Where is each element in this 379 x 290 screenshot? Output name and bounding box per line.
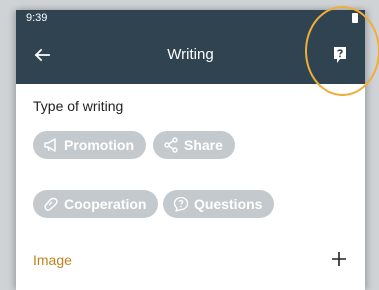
image-label: Image: [33, 252, 72, 268]
share-icon: [163, 137, 179, 153]
status-bar: 9:39: [16, 10, 365, 27]
battery-icon: [352, 13, 358, 23]
chip-label: Promotion: [64, 137, 134, 153]
chip-questions[interactable]: Questions: [163, 190, 275, 218]
type-of-writing-label: Type of writing: [33, 98, 124, 114]
help-button[interactable]: [326, 41, 354, 69]
chip-label: Cooperation: [64, 196, 147, 212]
app-bar: Writing: [16, 27, 365, 84]
chip-cooperation[interactable]: Cooperation: [33, 190, 159, 218]
chip-share[interactable]: Share: [153, 131, 235, 159]
chip-label: Questions: [194, 196, 263, 212]
question-bubble-icon: [173, 196, 189, 212]
phone-screen: 9:39 Writing Type of writing Promotion S…: [16, 10, 365, 290]
chip-label: Share: [184, 137, 223, 153]
status-time: 9:39: [26, 12, 48, 24]
handshake-icon: [43, 196, 59, 212]
page-title: Writing: [167, 46, 214, 63]
chip-promotion[interactable]: Promotion: [33, 131, 146, 159]
plus-icon[interactable]: [329, 249, 349, 269]
writing-form: Type of writing Promotion Share Cooperat…: [16, 84, 365, 290]
help-document-icon: [334, 47, 346, 63]
megaphone-icon: [43, 137, 59, 153]
image-section-row[interactable]: Image: [16, 238, 365, 282]
